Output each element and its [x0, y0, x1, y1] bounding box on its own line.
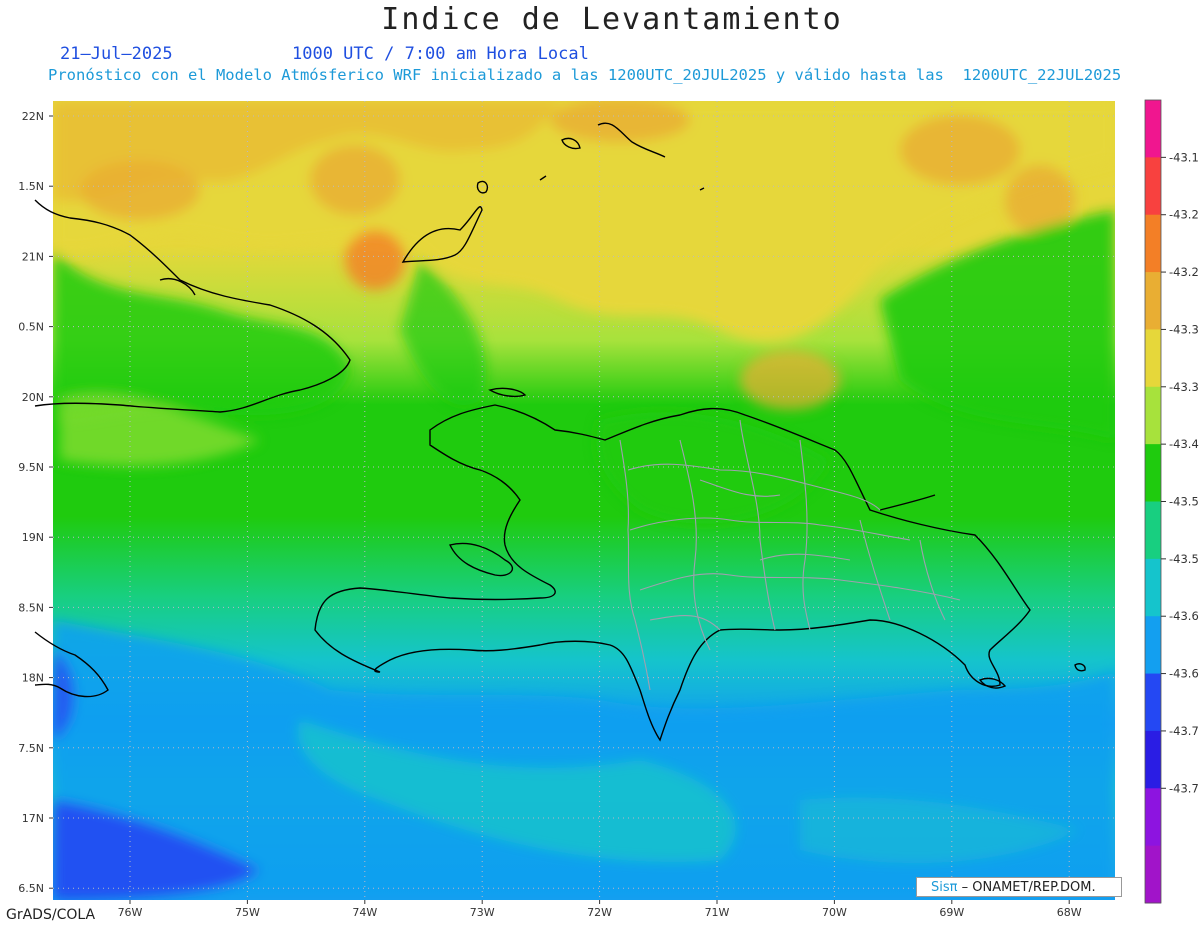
lon-label-1: 75W — [235, 906, 260, 919]
lat-label-2: 21N — [22, 250, 44, 263]
shaded-field — [53, 101, 1115, 900]
lon-label-6: 70W — [822, 906, 847, 919]
colorbar-swatch-3 — [1145, 272, 1161, 330]
longitude-labels: 76W 75W 74W 73W 72W 71W 70W 69W 68W — [118, 900, 1082, 919]
colorbar-swatch-0 — [1145, 100, 1161, 158]
colorbar-label-5: -43.4 — [1169, 437, 1199, 451]
sispi-label: Sisπ — [931, 880, 958, 895]
lon-label-4: 72W — [587, 906, 612, 919]
colorbar-swatch-9 — [1145, 616, 1161, 675]
colorbar-label-4: -43.3 — [1169, 380, 1199, 394]
colorbar-label-11: -43.7 — [1169, 781, 1199, 795]
onamet-label: – ONAMET/REP.DOM. — [961, 880, 1096, 895]
lat-label-9: 7.5N — [18, 742, 44, 755]
onamet-credit-box: Sisπ – ONAMET/REP.DOM. — [916, 877, 1122, 897]
colorbar-label-7: -43.5 — [1169, 552, 1199, 566]
lon-label-0: 76W — [118, 906, 143, 919]
lon-label-5: 71W — [705, 906, 730, 919]
lat-label-1: 1.5N — [18, 180, 44, 193]
lat-label-8: 18N — [22, 672, 44, 685]
colorbar-label-9: -43.6 — [1169, 667, 1199, 681]
colorbar-label-10: -43.7 — [1169, 724, 1199, 738]
lat-label-11: 6.5N — [18, 882, 44, 895]
colorbar-label-3: -43.3 — [1169, 322, 1199, 336]
latitude-labels: 22N 1.5N 21N 0.5N 20N 9.5N 19N 8.5N 18N 7.5N 17N 6.… — [18, 110, 53, 895]
grads-credit: GrADS/COLA — [6, 907, 96, 923]
lat-label-7: 8.5N — [18, 601, 44, 614]
lat-label-4: 20N — [22, 391, 44, 404]
colorbar-swatch-11 — [1145, 730, 1161, 789]
colorbar-swatch-8 — [1145, 558, 1161, 617]
colorbar: -43.1 -43.2 -43.2 -43.3 -43.3 -43.4 -43.5 -43.5… — [1144, 99, 1199, 904]
colorbar-swatch-4 — [1145, 329, 1161, 388]
lat-label-5: 9.5N — [18, 461, 44, 474]
colorbar-swatch-1 — [1145, 157, 1161, 216]
colorbar-swatch-7 — [1145, 501, 1161, 560]
colorbar-swatch-6 — [1145, 444, 1161, 502]
lat-label-3: 0.5N — [18, 321, 44, 334]
colorbar-label-6: -43.5 — [1169, 495, 1199, 509]
colorbar-label-0: -43.1 — [1169, 150, 1199, 164]
colorbar-label-1: -43.2 — [1169, 208, 1199, 222]
lat-label-10: 17N — [22, 812, 44, 825]
lat-label-0: 22N — [22, 110, 44, 123]
colorbar-swatch-5 — [1145, 386, 1161, 445]
lon-label-8: 68W — [1057, 906, 1082, 919]
colorbar-label-2: -43.2 — [1169, 265, 1199, 279]
colorbar-swatch-12 — [1145, 788, 1161, 847]
colorbar-label-8: -43.6 — [1169, 609, 1199, 623]
colorbar-swatch-13 — [1145, 845, 1161, 904]
lat-label-6: 19N — [22, 531, 44, 544]
lon-label-2: 74W — [352, 906, 377, 919]
colorbar-swatch-2 — [1145, 214, 1161, 273]
lon-label-7: 69W — [939, 906, 964, 919]
forecast-map: 76W 75W 74W 73W 72W 71W 70W 69W 68W 22N 1.5N 21N 0.… — [18, 99, 1199, 919]
colorbar-swatch-10 — [1145, 673, 1161, 732]
lon-label-3: 73W — [470, 906, 495, 919]
